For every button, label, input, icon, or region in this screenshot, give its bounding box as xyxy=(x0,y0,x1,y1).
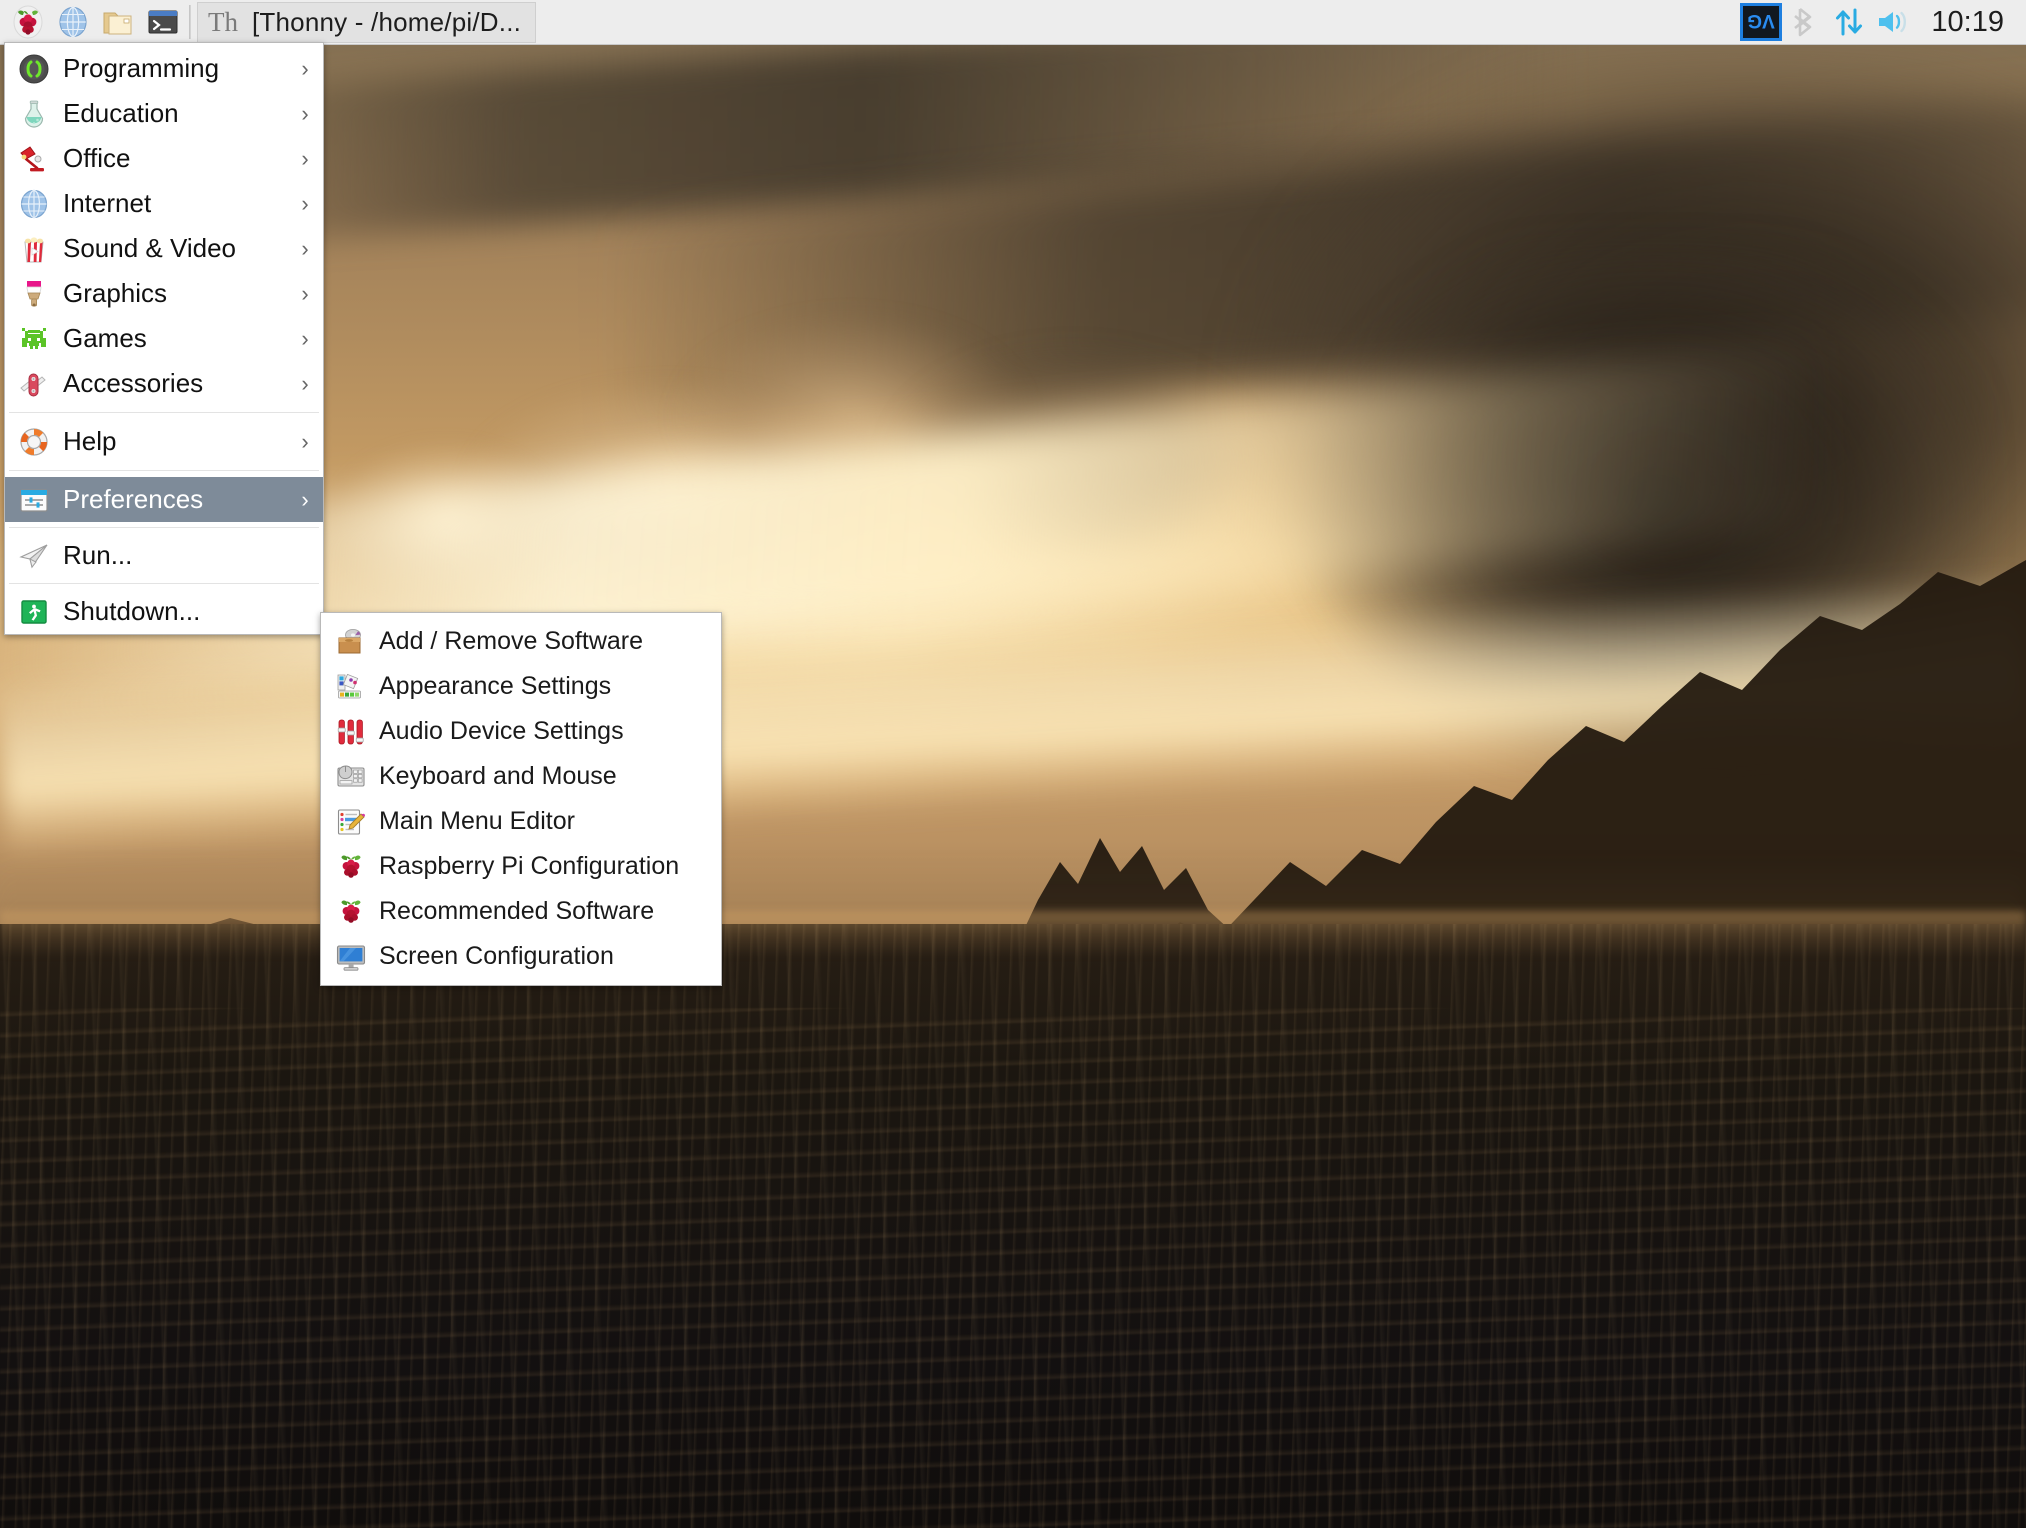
wallpaper-sea-glint-near xyxy=(0,1008,2026,1528)
preferences-submenu-popup: Add / Remove Software Appearance Setting… xyxy=(320,612,722,986)
menu-item-run[interactable]: Run... xyxy=(5,533,323,578)
recommended-software-icon xyxy=(335,896,367,928)
menu-item-label: Help xyxy=(63,426,117,456)
network-updown-icon[interactable] xyxy=(1827,2,1871,43)
audio-device-settings-icon xyxy=(335,716,367,748)
submenu-item-raspberry-pi-configuration[interactable]: Raspberry Pi Configuration xyxy=(321,844,721,889)
menu-item-shutdown[interactable]: Shutdown... xyxy=(5,589,323,634)
taskbar-window-button[interactable]: Th [Thonny - /home/pi/D... xyxy=(197,1,537,43)
menu-item-help[interactable]: Help › xyxy=(5,419,323,464)
taskbar-separator xyxy=(189,5,191,39)
volume-icon[interactable] xyxy=(1871,2,1915,43)
submenu-item-label: Screen Configuration xyxy=(379,942,614,970)
bluetooth-icon[interactable] xyxy=(1783,2,1827,43)
run-paperplane-icon xyxy=(17,539,51,573)
submenu-item-recommended-software[interactable]: Recommended Software xyxy=(321,889,721,934)
programming-braces-icon xyxy=(17,52,51,86)
submenu-item-keyboard-and-mouse[interactable]: Keyboard and Mouse xyxy=(321,754,721,799)
menu-separator-1 xyxy=(9,412,319,413)
menu-item-label: Education xyxy=(63,98,179,128)
education-flask-icon xyxy=(17,97,51,131)
submenu-item-label: Audio Device Settings xyxy=(379,717,624,745)
submenu-item-label: Recommended Software xyxy=(379,897,655,925)
thonny-icon: Th xyxy=(208,6,238,37)
menu-item-graphics[interactable]: Graphics › xyxy=(5,271,323,316)
main-menu-popup: Programming › Education › Office › Inter… xyxy=(4,42,324,635)
raspberry-pi-config-icon xyxy=(335,851,367,883)
menu-separator-4 xyxy=(9,583,319,584)
main-menu-editor-icon xyxy=(335,806,367,838)
shutdown-exit-icon xyxy=(17,595,51,629)
menu-item-label: Shutdown... xyxy=(63,596,201,626)
games-invader-icon xyxy=(17,322,51,356)
svg-text:VG: VG xyxy=(1748,10,1775,31)
submenu-item-add-remove-software[interactable]: Add / Remove Software xyxy=(321,619,721,664)
screen-configuration-icon xyxy=(335,941,367,973)
chevron-right-icon: › xyxy=(301,100,309,126)
office-lamp-icon xyxy=(17,142,51,176)
taskbar: Th [Thonny - /home/pi/D... VG 10:19 xyxy=(0,0,2026,45)
raspberry-menu-icon[interactable] xyxy=(5,2,50,43)
submenu-item-label: Raspberry Pi Configuration xyxy=(379,852,680,880)
chevron-right-icon: › xyxy=(301,145,309,171)
menu-item-label: Sound & Video xyxy=(63,233,236,263)
terminal-icon[interactable] xyxy=(140,2,185,43)
keyboard-mouse-icon xyxy=(335,761,367,793)
chevron-right-icon: › xyxy=(301,428,309,454)
chevron-right-icon: › xyxy=(301,55,309,81)
chevron-right-icon: › xyxy=(301,325,309,351)
menu-item-label: Internet xyxy=(63,188,152,218)
menu-item-label: Programming xyxy=(63,53,220,83)
submenu-item-audio-device-settings[interactable]: Audio Device Settings xyxy=(321,709,721,754)
submenu-item-screen-configuration[interactable]: Screen Configuration xyxy=(321,934,721,979)
chevron-right-icon: › xyxy=(301,486,309,512)
submenu-item-main-menu-editor[interactable]: Main Menu Editor xyxy=(321,799,721,844)
chevron-right-icon: › xyxy=(301,280,309,306)
menu-item-preferences[interactable]: Preferences › xyxy=(5,477,323,522)
submenu-item-label: Add / Remove Software xyxy=(379,627,644,655)
menu-separator-3 xyxy=(9,527,319,528)
menu-item-label: Run... xyxy=(63,540,133,570)
menu-separator-2 xyxy=(9,470,319,471)
submenu-item-label: Keyboard and Mouse xyxy=(379,762,617,790)
menu-item-accessories[interactable]: Accessories › xyxy=(5,361,323,406)
menu-item-label: Graphics xyxy=(63,278,168,308)
menu-item-programming[interactable]: Programming › xyxy=(5,46,323,91)
menu-item-sound-video[interactable]: Sound & Video › xyxy=(5,226,323,271)
clock[interactable]: 10:19 xyxy=(1915,6,2012,39)
submenu-item-label: Main Menu Editor xyxy=(379,807,575,835)
file-manager-icon[interactable] xyxy=(95,2,140,43)
menu-item-label: Preferences xyxy=(63,484,204,514)
chevron-right-icon: › xyxy=(301,235,309,261)
menu-item-games[interactable]: Games › xyxy=(5,316,323,361)
add-remove-software-icon xyxy=(335,626,367,658)
submenu-item-label: Appearance Settings xyxy=(379,672,612,700)
help-lifering-icon xyxy=(17,425,51,459)
menu-item-office[interactable]: Office › xyxy=(5,136,323,181)
chevron-right-icon: › xyxy=(301,370,309,396)
internet-globe-icon xyxy=(17,187,51,221)
menu-item-label: Office xyxy=(63,143,131,173)
accessories-knife-icon xyxy=(17,367,51,401)
menu-item-education[interactable]: Education › xyxy=(5,91,323,136)
appearance-settings-icon xyxy=(335,671,367,703)
menu-item-internet[interactable]: Internet › xyxy=(5,181,323,226)
taskbar-window-title: [Thonny - /home/pi/D... xyxy=(252,6,522,37)
taskbar-system-tray: VG 10:19 xyxy=(1739,2,2026,43)
graphics-brush-icon xyxy=(17,277,51,311)
vnc-server-icon[interactable]: VG xyxy=(1739,2,1783,43)
preferences-sliders-icon xyxy=(17,483,51,517)
web-browser-icon[interactable] xyxy=(50,2,95,43)
menu-item-label: Games xyxy=(63,323,147,353)
menu-item-label: Accessories xyxy=(63,368,204,398)
chevron-right-icon: › xyxy=(301,190,309,216)
submenu-item-appearance-settings[interactable]: Appearance Settings xyxy=(321,664,721,709)
taskbar-launchers xyxy=(0,2,185,43)
sound-video-popcorn-icon xyxy=(17,232,51,266)
